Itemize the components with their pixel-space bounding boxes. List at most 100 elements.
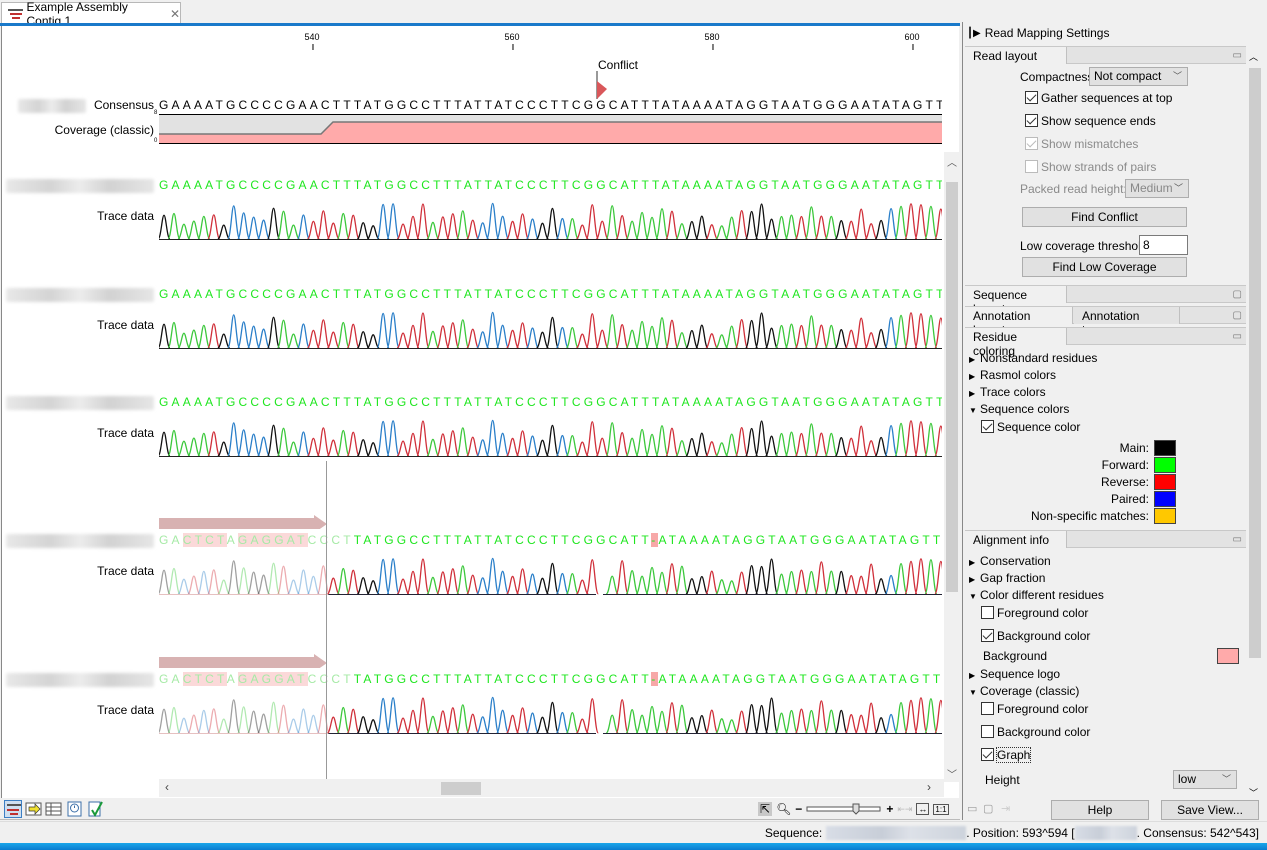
settings-panel: ┃▶ Read Mapping Settings ︿ ﹀ Read layout… <box>962 22 1267 820</box>
read-sequence[interactable]: GAAAATGCCCCGAACTTTATGGCCTTTATTATCCCTTCGG… <box>159 395 942 409</box>
help-button[interactable]: Help <box>1051 800 1149 820</box>
zoom-out-icon[interactable]: − <box>795 802 802 816</box>
section-residue-coloring[interactable]: Residue coloring ▭ <box>965 327 1246 358</box>
status-position: . Position: 593^594 [ <box>966 826 1075 840</box>
folder-icon[interactable]: ▢ <box>1233 289 1242 300</box>
show-sequence-ends-checkbox[interactable]: Show sequence ends <box>1025 114 1156 128</box>
gather-sequences-checkbox[interactable]: Gather sequences at top <box>1025 91 1172 105</box>
zoom-in-icon[interactable]: + <box>886 802 893 816</box>
section-alignment-info[interactable]: Alignment info ▭ <box>965 530 1246 548</box>
rasmol-colors-expander[interactable]: ▶ Rasmol colors <box>969 368 1056 382</box>
horizontal-scrollbar[interactable]: ‹ › <box>159 779 944 797</box>
low-coverage-threshold-input[interactable] <box>1139 235 1188 255</box>
trace-data-label: Trace data <box>97 318 154 332</box>
cursor-line <box>326 461 327 781</box>
aligned-region: ATAAAATAGGTAATGGGAATATAGTTTGCATTAT <box>658 533 942 547</box>
validation-icon[interactable] <box>87 800 105 818</box>
section-annotation-layout[interactable]: Annotation layout Annotation types ▢ <box>965 306 1246 337</box>
coverage-graph <box>159 114 942 144</box>
height-select[interactable]: low ﹀ <box>1173 770 1237 789</box>
background-color-swatch[interactable] <box>1217 648 1239 664</box>
section-read-layout[interactable]: Read layout ▭ <box>965 46 1246 64</box>
zoom-slider[interactable] <box>806 802 882 816</box>
fit-width-icon[interactable]: ⇤⇥ <box>897 804 912 815</box>
low-coverage-label: Low coverage threshold <box>1020 239 1148 253</box>
read-sequence[interactable]: GAAAATGCCCCGAACTTTATGGCCTTTATTATCCCTTCGG… <box>159 287 942 301</box>
scroll-left-icon[interactable]: ‹ <box>165 780 169 794</box>
tab-annotation-types[interactable]: Annotation types <box>1074 307 1180 337</box>
panel-scroll-up-icon[interactable]: ︿ <box>1249 50 1258 63</box>
tab-sequence-layout[interactable]: Sequence layout <box>965 286 1067 316</box>
conflict-flag-icon[interactable] <box>596 71 610 101</box>
collapse-panel-icon[interactable]: ┃▶ <box>967 28 981 39</box>
packed-height-select[interactable]: Medium ﹀ <box>1125 179 1189 198</box>
show-strands-checkbox[interactable]: Show strands of pairs <box>1025 160 1156 174</box>
sequence-color-checkbox[interactable]: Sequence color <box>981 420 1080 434</box>
nonstandard-residues-expander[interactable]: ▶ Nonstandard residues <box>969 351 1097 365</box>
aligned-region: ATAAAATAGGTAATGGGAATATAGTTTGCATTAT <box>658 672 942 686</box>
tab-example-assembly-contig[interactable]: Example Assembly Contig 1 ✕ <box>1 0 181 28</box>
section-sequence-layout[interactable]: Sequence layout ▢ <box>965 285 1246 316</box>
scroll-down-icon[interactable]: ﹀ <box>944 766 959 781</box>
panel-scroll-thumb[interactable] <box>1249 68 1261 658</box>
tab-alignment-info[interactable]: Alignment info <box>965 531 1067 548</box>
scroll-up-icon[interactable]: ︿ <box>944 154 959 169</box>
vertical-scrollbar[interactable]: ︿ ﹀ <box>944 152 959 782</box>
sequence-color-swatch[interactable] <box>1154 457 1176 473</box>
table-view-icon[interactable] <box>45 800 63 818</box>
sequence-logo-expander[interactable]: ▶ Sequence logo <box>969 667 1060 681</box>
minimize-icon[interactable]: ▭ <box>1233 331 1242 342</box>
conflict-annotation-label[interactable]: Conflict <box>598 58 638 72</box>
trace-chromatogram <box>159 557 942 595</box>
zoom-in-mode-icon[interactable]: 🔍︎ <box>776 802 791 816</box>
compactness-select[interactable]: Not compact ﹀ <box>1089 67 1188 86</box>
horizontal-scroll-thumb[interactable] <box>441 782 481 795</box>
assembly-view-icon[interactable] <box>4 800 22 818</box>
minimize-icon[interactable]: ▭ <box>1233 534 1242 545</box>
consensus-sequence[interactable]: GAAAATGCCCCGAACTTTATGGCCTTTATTATCCCTTCGG… <box>159 98 942 112</box>
tab-residue-coloring[interactable]: Residue coloring <box>965 328 1067 358</box>
conservation-expander[interactable]: ▶ Conservation <box>969 554 1051 568</box>
gap-fraction-expander[interactable]: ▶ Gap fraction <box>969 571 1045 585</box>
foreground-color-checkbox[interactable]: Foreground color <box>981 606 1088 620</box>
table-arrow-icon[interactable] <box>25 800 43 818</box>
vertical-scroll-thumb[interactable] <box>946 182 958 592</box>
minimize-all-icon[interactable]: ▭ <box>967 802 977 815</box>
dock-icon[interactable]: ⇥ <box>1001 802 1010 815</box>
coverage-classic-expander[interactable]: ▼ Coverage (classic) <box>969 684 1079 698</box>
read-sequence[interactable]: GACTCTAGAGGATCCCTTATGGCCTTTATTATCCCTTCGG… <box>159 672 942 686</box>
zoom-fit-icon[interactable]: ↔ <box>916 803 930 815</box>
read-sequence[interactable]: GACTCTAGAGGATCCCTTATGGCCTTTATTATCCCTTCGG… <box>159 533 942 547</box>
sequence-color-swatch[interactable] <box>1154 474 1176 490</box>
save-view-button[interactable]: Save View... <box>1161 800 1259 820</box>
background-color-checkbox[interactable]: Background color <box>981 629 1090 643</box>
sequence-color-swatch[interactable] <box>1154 440 1176 456</box>
color-different-residues-expander[interactable]: ▼ Color different residues <box>969 588 1104 602</box>
find-conflict-button[interactable]: Find Conflict <box>1022 207 1187 227</box>
graph-checkbox[interactable]: Graph <box>981 747 1032 763</box>
sequence-color-swatch[interactable] <box>1154 508 1176 524</box>
tab-read-layout[interactable]: Read layout <box>965 47 1067 64</box>
minimize-icon[interactable]: ▭ <box>1233 50 1242 61</box>
history-icon[interactable] <box>66 800 84 818</box>
show-mismatches-checkbox[interactable]: Show mismatches <box>1025 137 1138 151</box>
read-sequence[interactable]: GAAAATGCCCCGAACTTTATGGCCTTTATTATCCCTTCGG… <box>159 178 942 192</box>
panel-scroll-down-icon[interactable]: ﹀ <box>1249 786 1258 799</box>
sequence-color-swatch[interactable] <box>1154 491 1176 507</box>
sequence-color-label: Paired: <box>1110 492 1149 506</box>
find-low-coverage-button[interactable]: Find Low Coverage <box>1022 257 1187 277</box>
alignment-view[interactable]: 540 560 580 600 Conflict Consensus GAAAA… <box>1 26 959 798</box>
coverage-background-checkbox[interactable]: Background color <box>981 725 1090 739</box>
coverage-foreground-checkbox[interactable]: Foreground color <box>981 702 1088 716</box>
folder-icon[interactable]: ▢ <box>1233 310 1242 321</box>
close-tab-icon[interactable]: ✕ <box>170 7 180 21</box>
panel-scrollbar[interactable]: ︿ ﹀ <box>1246 48 1264 802</box>
pointer-mode-icon[interactable]: ⇱ <box>758 802 773 816</box>
trace-colors-expander[interactable]: ▶ Trace colors <box>969 385 1046 399</box>
zoom-1-1-icon[interactable]: 1:1 <box>933 803 949 815</box>
scroll-right-icon[interactable]: › <box>927 780 931 794</box>
sequence-colors-expander[interactable]: ▼ Sequence colors <box>969 402 1069 416</box>
tab-annotation-layout[interactable]: Annotation layout <box>965 307 1073 337</box>
folder-all-icon[interactable]: ▢ <box>983 802 993 815</box>
panel-header[interactable]: ┃▶ Read Mapping Settings <box>967 26 1109 40</box>
